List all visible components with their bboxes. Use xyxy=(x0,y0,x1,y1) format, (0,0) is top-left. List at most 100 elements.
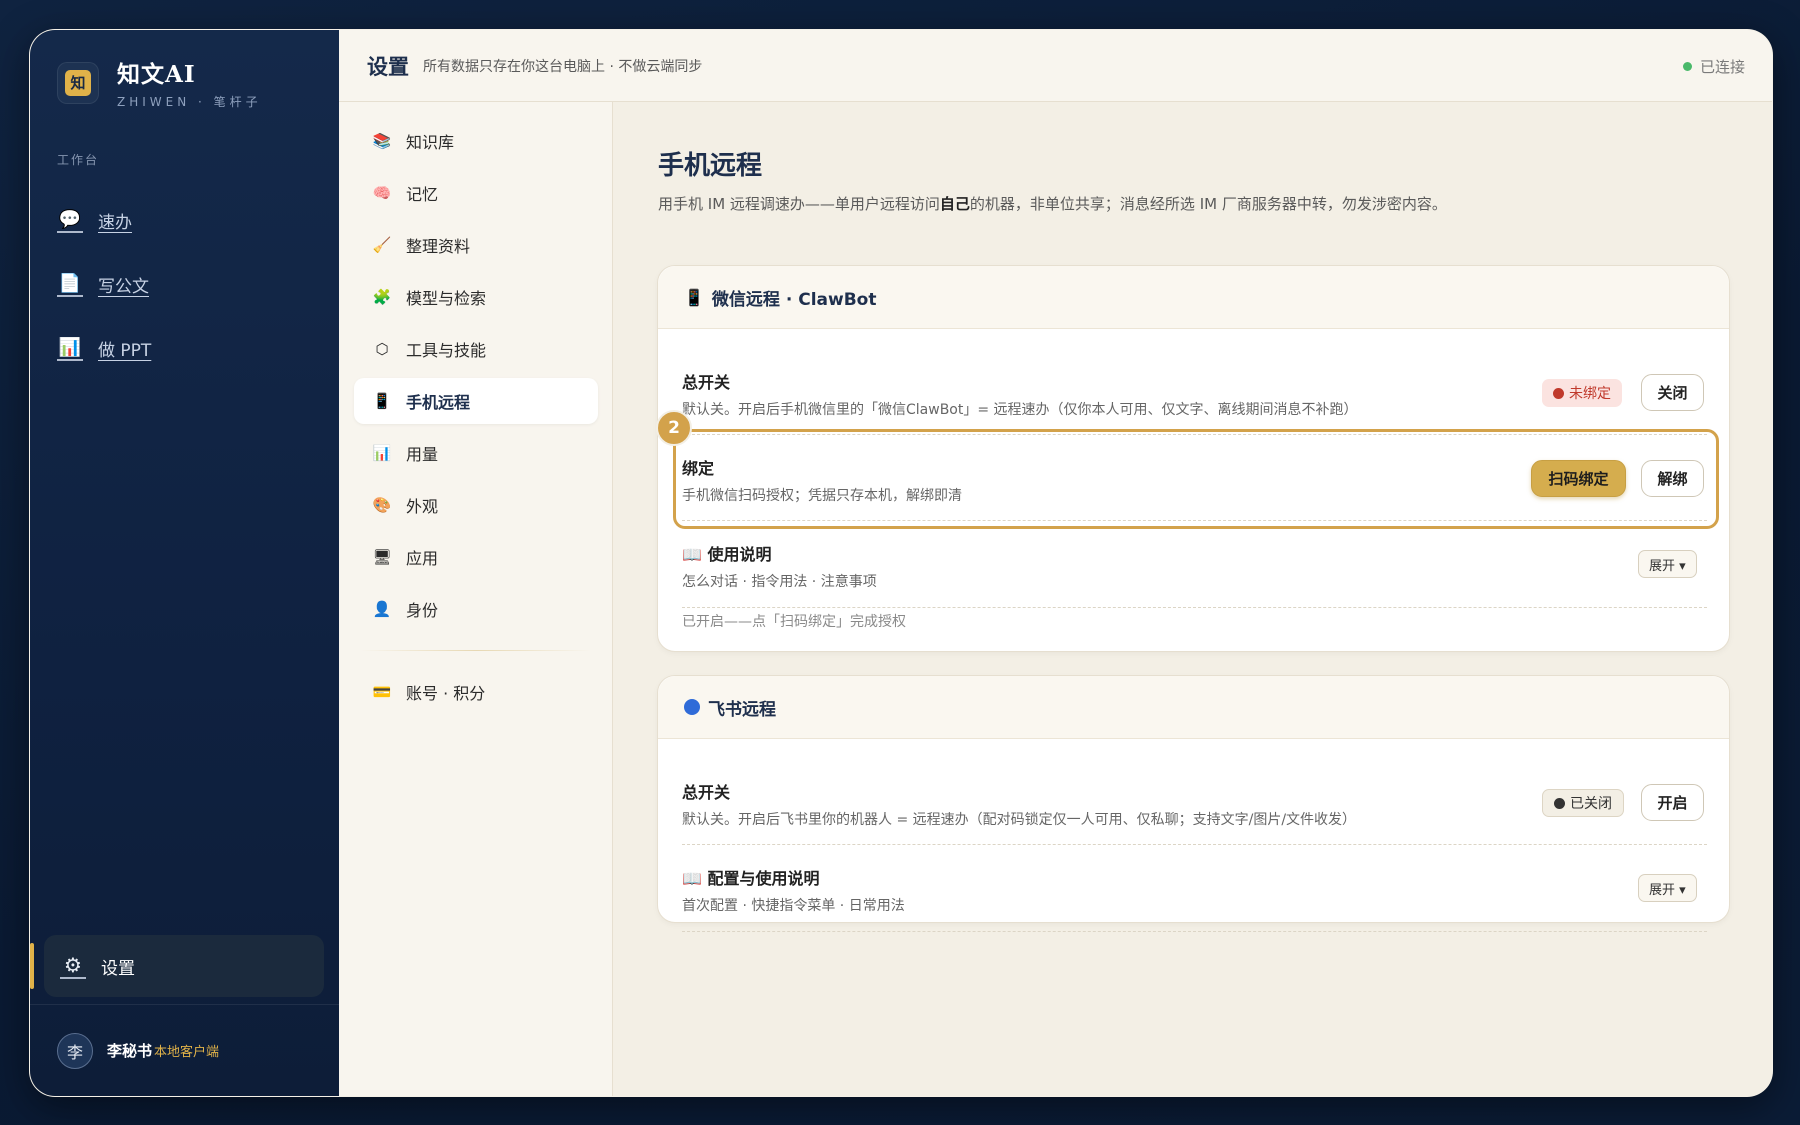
connection-status-label: 已连接 xyxy=(1699,58,1745,76)
expand-config-button[interactable]: 展开 ▾ xyxy=(1638,874,1697,902)
section-description: 用手机 IM 远程调速办——单用户远程访问自己的机器，非单位共享；消息经所选 I… xyxy=(658,193,1447,214)
expand-guide-button[interactable]: 展开 ▾ xyxy=(1638,550,1697,578)
hexagon-icon: ⬡ xyxy=(375,340,389,358)
sidebar-item-label: 写公文 xyxy=(98,276,149,297)
settings-nav-label: 工具与技能 xyxy=(406,341,487,360)
active-indicator xyxy=(30,943,34,989)
row-description: 首次配置 · 快捷指令菜单 · 日常用法 xyxy=(682,898,905,914)
settings-nav-label: 账号 · 积分 xyxy=(406,684,486,703)
card-title: 飞书远程 xyxy=(708,699,776,720)
row-title-text: 配置与使用说明 xyxy=(707,869,820,888)
sidebar-item-label: 做 PPT xyxy=(98,340,152,361)
settings-nav-tools[interactable]: ⬡ 工具与技能 xyxy=(354,326,598,372)
connection-status: 已连接 xyxy=(1682,56,1745,77)
settings-nav-models[interactable]: 🧩 模型与检索 xyxy=(354,274,598,320)
logo-glyph: 知 xyxy=(65,69,91,96)
user-profile[interactable]: 李 李秘书 本地客户端 xyxy=(30,1004,339,1096)
divider xyxy=(682,607,1707,608)
settings-nav-label: 外观 xyxy=(406,497,439,516)
credit-card-icon: 💳 xyxy=(372,683,392,701)
scan-bind-button[interactable]: 扫码绑定 xyxy=(1531,460,1626,497)
settings-nav-account[interactable]: 💳 账号 · 积分 xyxy=(354,669,598,715)
chat-bubble-icon: 💬 xyxy=(57,207,83,233)
sidebar-item-settings[interactable]: ⚙ 设置 xyxy=(30,935,324,997)
status-badge-label: 未绑定 xyxy=(1569,386,1611,402)
wechat-close-button[interactable]: 关闭 xyxy=(1641,374,1704,411)
status-dot-icon xyxy=(1553,387,1564,399)
user-tag: 本地客户端 xyxy=(154,1045,220,1060)
settings-nav-usage[interactable]: 📊 用量 xyxy=(354,430,598,476)
row-title: 📖 使用说明 xyxy=(682,541,1707,565)
settings-nav-appearance[interactable]: 🎨 外观 xyxy=(354,482,598,528)
step-badge: 2 xyxy=(656,410,692,446)
card-title: 微信远程 · ClawBot xyxy=(711,289,877,310)
status-badge-label: 已关闭 xyxy=(1570,796,1612,812)
avatar: 李 xyxy=(57,1032,93,1069)
monitor-icon: 🖥 xyxy=(372,548,392,566)
book-icon: 📖 xyxy=(682,545,708,564)
settings-nav-identity[interactable]: 👤 身份 xyxy=(354,586,598,632)
desc-text: 的机器，非单位共享；消息经所选 IM 厂商服务器中转，勿发涉密内容。 xyxy=(969,195,1447,213)
settings-nav-label: 手机远程 xyxy=(406,393,471,412)
document-icon: 📄 xyxy=(57,271,83,297)
sidebar-section-label: 工作台 xyxy=(57,153,100,167)
user-name: 李秘书 xyxy=(107,1042,153,1060)
app-name: 知文AI xyxy=(117,61,196,88)
brain-icon: 🧠 xyxy=(372,184,392,202)
settings-nav-mobile-remote[interactable]: 📱 手机远程 xyxy=(354,378,598,424)
divider xyxy=(682,520,1707,521)
feishu-logo-icon xyxy=(684,699,700,715)
row-title: 📖 配置与使用说明 xyxy=(682,865,1707,889)
desc-text: 用手机 IM 远程调速办——单用户远程访问 xyxy=(658,195,940,213)
settings-nav: 📚 知识库 🧠 记忆 🧹 整理资料 🧩 模型与检索 ⬡ 工具与技能 📱 手机远程… xyxy=(339,102,613,1096)
sidebar-item-quick[interactable]: 💬 速办 xyxy=(57,200,151,240)
sidebar: 知 知文AI ZHIWEN · 笔杆子 工作台 💬 速办 📄 写公文 📊 做 P… xyxy=(30,30,339,1096)
feishu-remote-card: 飞书远程 总开关 默认关。开启后飞书里你的机器人 = 远程速办（配对码锁定仅一人… xyxy=(657,675,1730,932)
card-header: 📱 微信远程 · ClawBot xyxy=(658,266,1729,329)
guide-row: 📖 使用说明 怎么对话 · 指令用法 · 注意事项 xyxy=(682,541,1707,591)
phone-icon: 📱 xyxy=(684,287,704,307)
header-subtitle: 所有数据只存在你这台电脑上 · 不做云端同步 xyxy=(423,58,703,75)
phone-icon: 📱 xyxy=(372,392,392,410)
desc-emphasis: 自己 xyxy=(939,195,970,213)
settings-nav-label: 应用 xyxy=(406,549,439,568)
top-header: 设置 所有数据只存在你这台电脑上 · 不做云端同步 已连接 xyxy=(339,30,1772,102)
status-dot-icon xyxy=(1554,797,1565,809)
app-window: 知 知文AI ZHIWEN · 笔杆子 工作台 💬 速办 📄 写公文 📊 做 P… xyxy=(29,29,1773,1097)
book-icon: 📖 xyxy=(682,869,708,888)
settings-nav-memory[interactable]: 🧠 记忆 xyxy=(354,170,598,216)
sidebar-nav: 💬 速办 📄 写公文 📊 做 PPT xyxy=(57,200,151,392)
section-title: 手机远程 xyxy=(658,151,763,181)
feishu-open-button[interactable]: 开启 xyxy=(1641,784,1704,821)
status-note: 已开启——点「扫码绑定」完成授权 xyxy=(682,614,906,630)
divider xyxy=(361,650,591,651)
palette-icon: 🎨 xyxy=(372,496,392,514)
sidebar-item-label: 速办 xyxy=(98,212,132,233)
settings-nav-label: 模型与检索 xyxy=(406,289,487,308)
row-title-text: 使用说明 xyxy=(707,545,772,564)
broom-icon: 🧹 xyxy=(372,236,392,254)
settings-nav-apps[interactable]: 🖥 应用 xyxy=(354,534,598,580)
config-guide-row: 📖 配置与使用说明 首次配置 · 快捷指令菜单 · 日常用法 xyxy=(682,865,1707,915)
bar-chart-icon: 📊 xyxy=(57,335,83,361)
divider xyxy=(682,931,1707,932)
sidebar-item-write-doc[interactable]: 📄 写公文 xyxy=(57,264,151,304)
sidebar-item-label: 设置 xyxy=(101,958,135,979)
bar-chart-icon: 📊 xyxy=(372,444,392,462)
app-subtitle: ZHIWEN · 笔杆子 xyxy=(117,95,262,109)
settings-nav-label: 用量 xyxy=(406,445,439,464)
card-header: 飞书远程 xyxy=(658,676,1729,739)
person-icon: 👤 xyxy=(372,600,392,618)
app-logo-icon: 知 xyxy=(57,61,99,104)
settings-nav-label: 身份 xyxy=(406,601,439,620)
sidebar-item-ppt[interactable]: 📊 做 PPT xyxy=(57,328,151,368)
settings-nav-label: 整理资料 xyxy=(406,237,471,256)
status-dot-icon xyxy=(1682,62,1692,71)
status-badge: 未绑定 xyxy=(1542,379,1622,407)
settings-nav-label: 记忆 xyxy=(406,185,439,204)
settings-nav-knowledge[interactable]: 📚 知识库 xyxy=(354,118,598,164)
wechat-remote-card: 📱 微信远程 · ClawBot 总开关 默认关。开启后手机微信里的「微信Cla… xyxy=(656,265,1730,652)
unbind-button[interactable]: 解绑 xyxy=(1641,460,1704,497)
settings-nav-organize[interactable]: 🧹 整理资料 xyxy=(354,222,598,268)
books-icon: 📚 xyxy=(372,132,392,150)
